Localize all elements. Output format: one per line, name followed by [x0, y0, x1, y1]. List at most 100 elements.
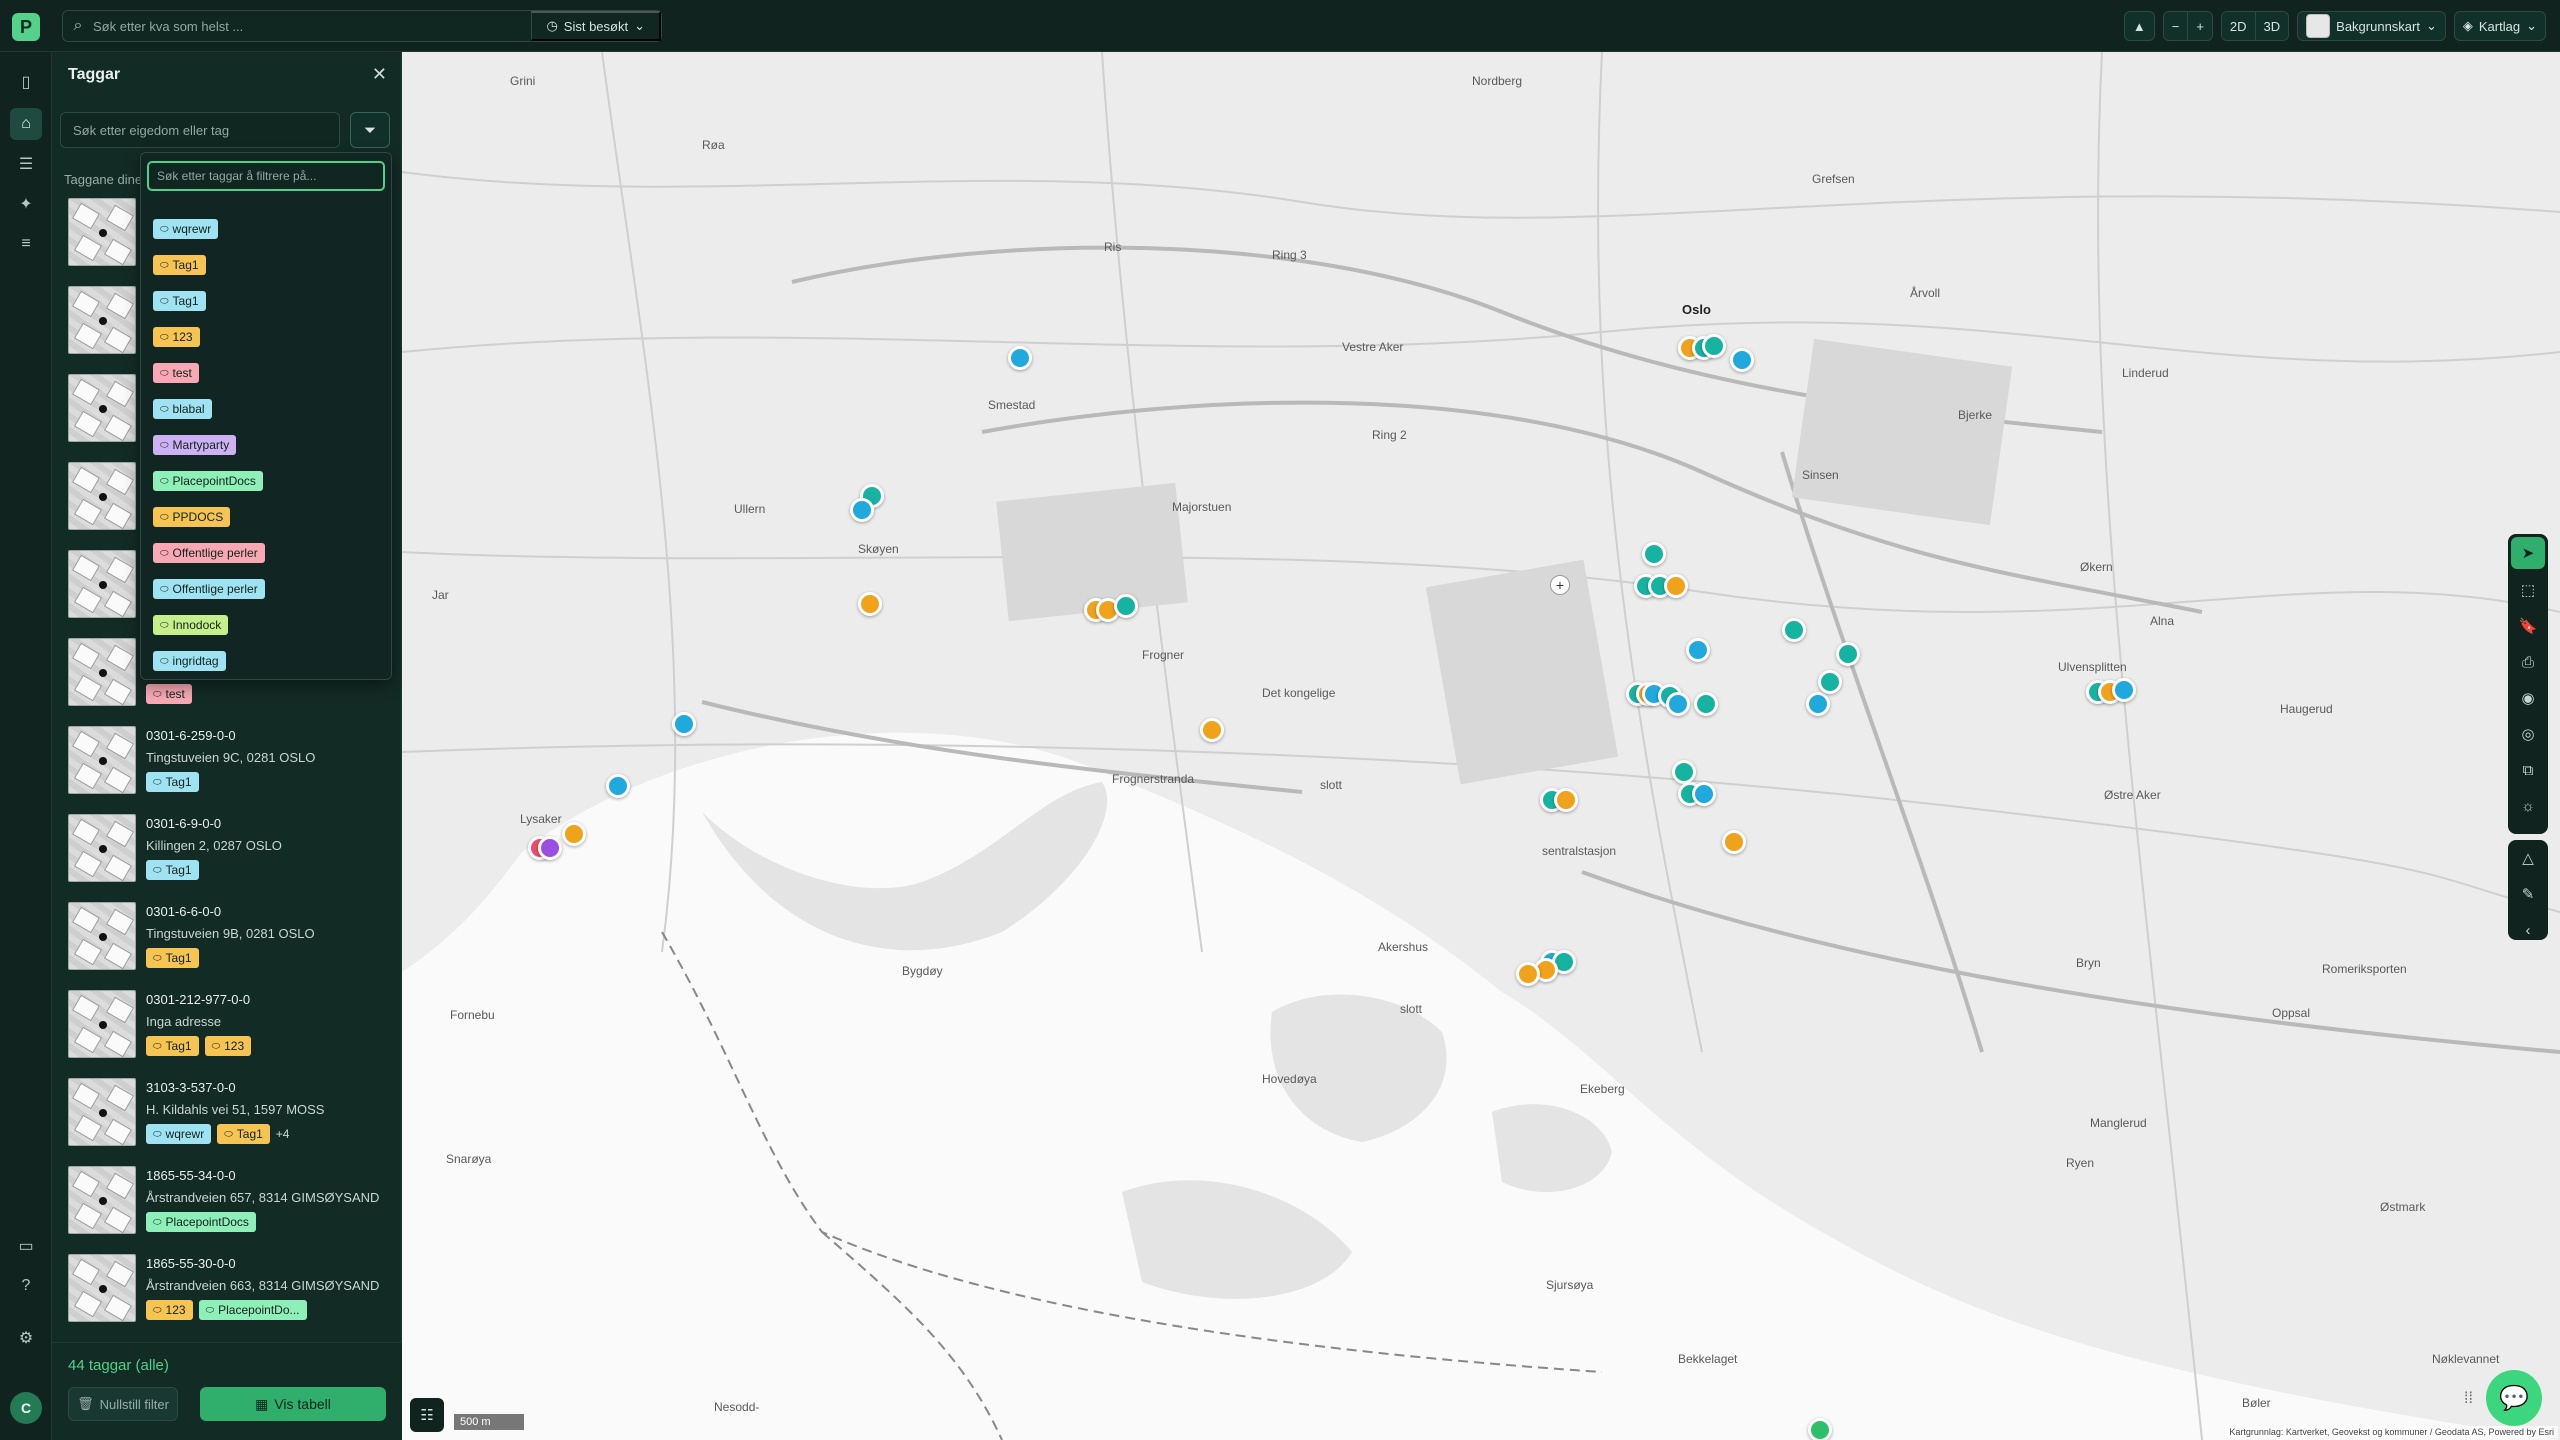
property-marker[interactable] — [538, 836, 562, 860]
property-marker[interactable] — [1554, 788, 1578, 812]
list-item[interactable]: 0301-6-6-0-0 Tingstuveien 9B, 0281 OSLO ⬭ T… — [52, 896, 402, 984]
property-marker[interactable] — [2112, 678, 2136, 702]
tag-icon: ⬭ — [160, 655, 169, 667]
print-button[interactable]: ⎙ — [2508, 644, 2548, 680]
basemap-button[interactable]: Bakgrunnskart ⌄ — [2297, 11, 2446, 41]
place-label: Sjursøya — [1546, 1278, 1594, 1292]
property-marker[interactable] — [1836, 642, 1860, 666]
tag-option[interactable]: ⬭ blabal — [153, 391, 265, 427]
list-item[interactable]: 1865-55-34-0-0 Årstrandveien 657, 8314 GI… — [52, 1160, 402, 1248]
draw-button[interactable]: ✎ — [2508, 876, 2548, 912]
tag-option[interactable]: ⬭ Tag1 — [153, 247, 265, 283]
chat-icon[interactable]: ▭ — [10, 1230, 42, 1262]
screenshot-button[interactable]: ◉ — [2508, 680, 2548, 716]
tag-icon: ⬭ — [224, 1128, 233, 1140]
place-label: Ring 2 — [1372, 428, 1407, 442]
filter-button[interactable]: ⏷ — [350, 112, 390, 148]
sun-button[interactable]: ☼ — [2508, 788, 2548, 824]
property-marker[interactable] — [858, 592, 882, 616]
property-marker[interactable] — [1008, 346, 1032, 370]
zoom-in-button[interactable]: + — [2187, 12, 2212, 40]
cluster-expand-icon[interactable]: + — [1550, 575, 1570, 595]
avatar[interactable]: C — [10, 1392, 42, 1424]
tag-option[interactable]: ⬭ Innodock — [153, 607, 265, 643]
select-area-button[interactable]: ⬚ — [2508, 572, 2548, 608]
place-label: Bygdøy — [902, 964, 943, 978]
property-marker[interactable] — [1672, 760, 1696, 784]
tag-option[interactable]: ⬭ test — [153, 355, 265, 391]
property-marker[interactable] — [1664, 574, 1688, 598]
property-marker[interactable] — [1686, 638, 1710, 662]
property-marker[interactable] — [1642, 542, 1666, 566]
property-marker[interactable] — [1702, 334, 1726, 358]
app-logo-icon[interactable]: P — [12, 13, 40, 41]
settings-icon[interactable]: ⚙ — [10, 1322, 42, 1354]
list-item[interactable]: 0301-6-259-0-0 Tingstuveien 9C, 0281 OSLO… — [52, 720, 402, 808]
search-icon: ⌕ — [73, 17, 83, 34]
tag-option[interactable]: ⬭ 123 — [153, 319, 265, 355]
property-marker[interactable] — [1516, 962, 1540, 986]
tag-option[interactable]: ⬭ wqrewr — [153, 211, 265, 247]
place-label: Grefsen — [1812, 172, 1855, 186]
tag-option[interactable]: ⬭ PlacepointDocs — [153, 463, 265, 499]
list-item[interactable]: 3103-3-537-0-0 H. Kildahls vei 51, 1597 M… — [52, 1072, 402, 1160]
close-icon[interactable]: ✕ — [372, 64, 387, 85]
property-marker[interactable] — [1114, 594, 1138, 618]
property-marker[interactable] — [1806, 692, 1830, 716]
tag-option[interactable]: ⬭ PPDOCS — [153, 499, 265, 535]
property-marker[interactable] — [1692, 782, 1716, 806]
place-label: Ekeberg — [1580, 1082, 1625, 1096]
property-marker[interactable] — [1200, 718, 1224, 742]
tag-option[interactable]: ⬭ Offentlige perler — [153, 571, 265, 607]
layers-button[interactable]: ◈ Kartlag ⌄ — [2453, 11, 2546, 41]
property-marker[interactable] — [672, 712, 696, 736]
property-marker[interactable] — [850, 498, 874, 522]
property-marker[interactable] — [1730, 348, 1754, 372]
property-marker[interactable] — [1694, 692, 1718, 716]
filter-lines-icon[interactable]: ≡ — [10, 228, 42, 260]
tag-option[interactable]: ⬭ Tag1 — [153, 283, 265, 319]
zoom-out-button[interactable]: − — [2163, 12, 2188, 40]
property-marker[interactable] — [1666, 692, 1690, 716]
compass-button[interactable]: ▲ — [2123, 11, 2155, 41]
layers-tool-button[interactable]: ⧉ — [2508, 752, 2548, 788]
bookmark-button[interactable]: 🔖 — [2508, 608, 2548, 644]
global-search-input[interactable] — [93, 18, 532, 34]
measure-button[interactable]: △ — [2508, 840, 2548, 876]
property-marker[interactable] — [1782, 618, 1806, 642]
list-item[interactable]: 0301-212-977-0-0 Inga adresse ⬭ Tag1 ⬭ 123 — [52, 984, 402, 1072]
property-tags: ⬭ wqrewr ⬭ Tag1 +4 — [146, 1124, 289, 1144]
tag-icon[interactable]: ⌂ — [10, 108, 42, 140]
pointer-tool-button[interactable]: ➤ — [2511, 537, 2545, 569]
list-item[interactable]: 0301-6-9-0-0 Killingen 2, 0287 OSLO ⬭ Tag1 — [52, 808, 402, 896]
map-icon[interactable]: ▯ — [10, 66, 42, 98]
locate-button[interactable]: ◎ — [2508, 716, 2548, 752]
map-canvas[interactable]: Grini Nordberg Røa Grefsen Ris Ring 3 Oslo Årvo… — [402, 52, 2560, 1440]
mode-2d-button[interactable]: 2D — [2221, 12, 2255, 40]
list-item[interactable]: 1865-55-30-0-0 Årstrandveien 663, 8314 GI… — [52, 1248, 402, 1336]
collapse-toolbar-button[interactable]: ‹ — [2508, 912, 2548, 948]
tag-option[interactable]: ⬭ Offentlige perler — [153, 535, 265, 571]
property-marker[interactable] — [1818, 670, 1842, 694]
sparkle-icon[interactable]: ✦ — [10, 188, 42, 220]
property-marker[interactable] — [562, 822, 586, 846]
property-search-input[interactable] — [60, 112, 340, 148]
help-icon[interactable]: ? — [10, 1270, 42, 1302]
target-icon: ◎ — [2521, 726, 2535, 743]
property-marker[interactable] — [606, 774, 630, 798]
recent-visited-button[interactable]: ◷ Sist besøkt ⌄ — [531, 11, 661, 41]
property-marker[interactable] — [1808, 1418, 1832, 1440]
legend-button[interactable]: ☷ — [410, 1398, 444, 1432]
reset-filter-button[interactable]: 🗑 Nullstill filter — [68, 1387, 178, 1421]
mode-3d-button[interactable]: 3D — [2254, 12, 2289, 40]
more-tags-count[interactable]: +4 — [276, 1127, 290, 1141]
list-icon[interactable]: ☰ — [10, 148, 42, 180]
print-icon: ⎙ — [2521, 653, 2534, 671]
show-table-button[interactable]: ▦ Vis tabell — [200, 1387, 386, 1421]
property-marker[interactable] — [1722, 830, 1746, 854]
tag-chip: ⬭ Tag1 — [146, 1036, 199, 1056]
tag-option[interactable]: ⬭ ingridtag — [153, 643, 265, 679]
tag-filter-search-input[interactable] — [147, 161, 385, 191]
chat-support-button[interactable]: 💬 — [2486, 1370, 2542, 1426]
tag-option[interactable]: ⬭ Martyparty — [153, 427, 265, 463]
